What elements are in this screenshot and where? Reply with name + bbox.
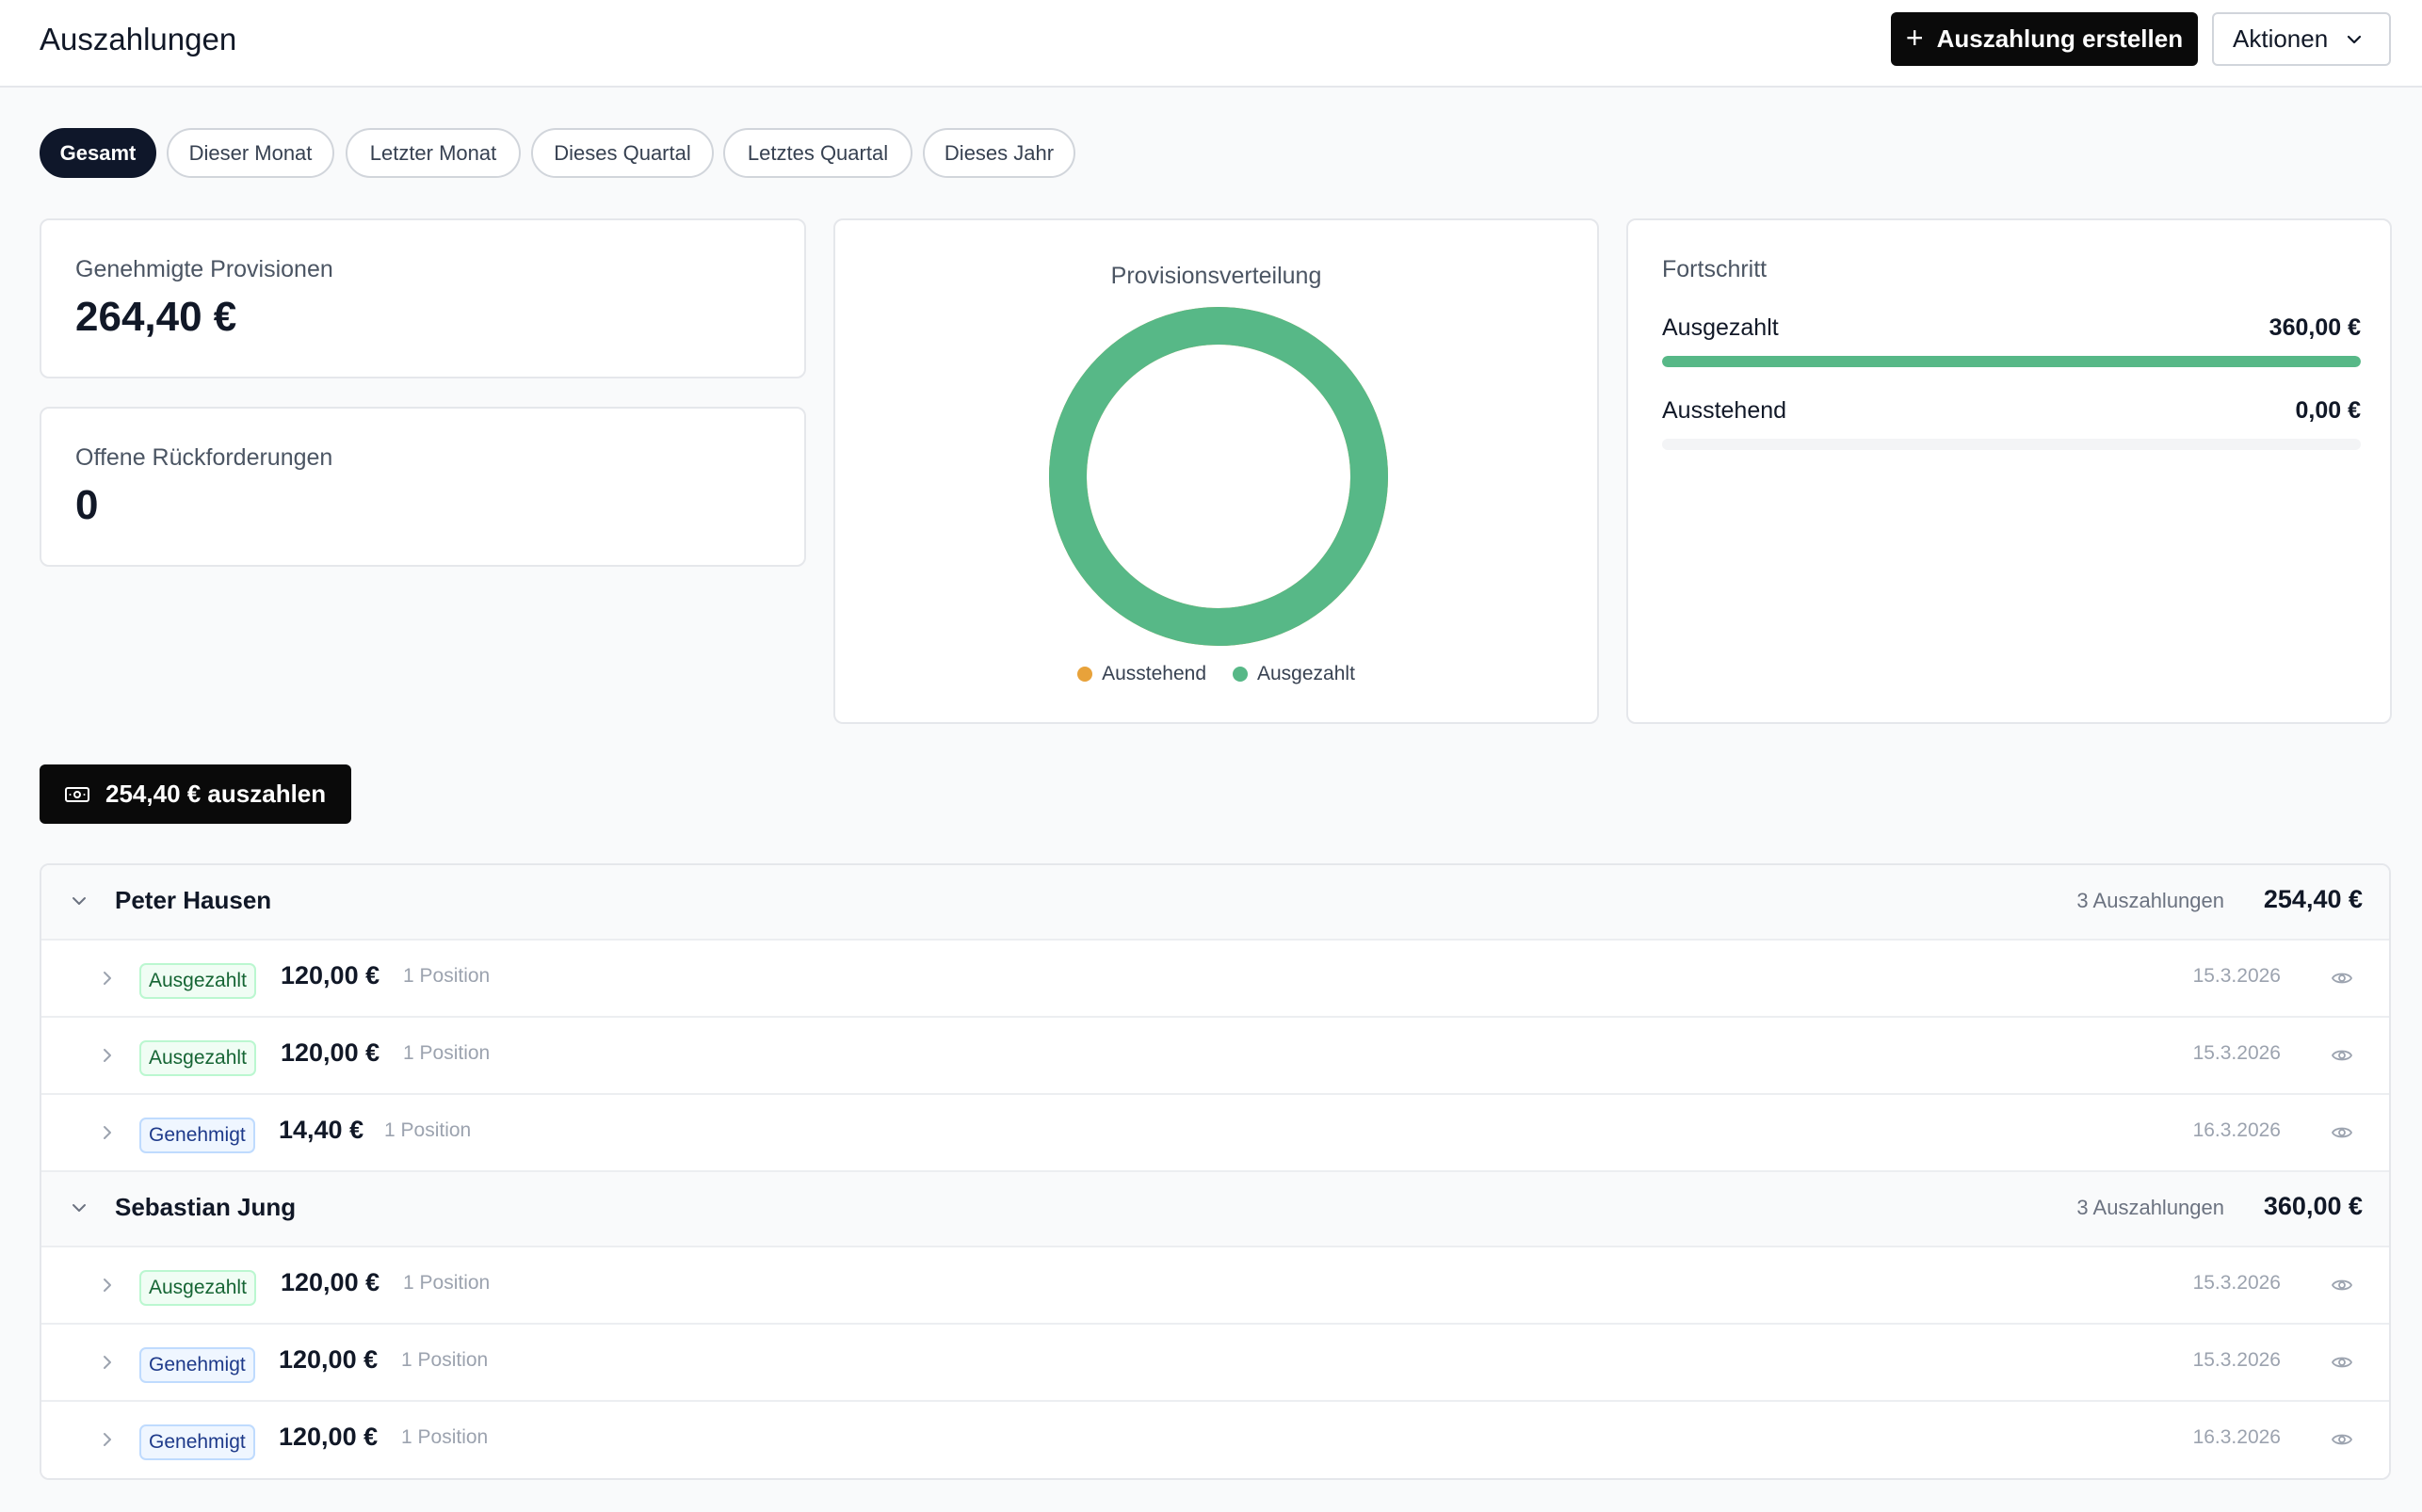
filter-dieses-jahr[interactable]: Dieses Jahr bbox=[923, 128, 1075, 178]
payout-amount: 14,40 € bbox=[279, 1116, 364, 1144]
approved-commissions-card: Genehmigte Provisionen 264,40 € bbox=[40, 218, 806, 378]
payout-date: 16.3.2026 bbox=[2192, 1426, 2281, 1448]
payout-amount: 120,00 € bbox=[281, 1268, 380, 1296]
chevron-down-icon bbox=[2348, 35, 2362, 43]
status-badge: Genehmigt bbox=[139, 1424, 255, 1460]
progress-paid-row: Ausgezahlt 360,00 € bbox=[1662, 314, 2361, 342]
open-clawbacks-card: Offene Rückforderungen 0 bbox=[40, 407, 806, 567]
payout-amount: 120,00 € bbox=[279, 1423, 379, 1451]
payout-date: 15.3.2026 bbox=[2192, 1272, 2281, 1294]
open-clawbacks-label: Offene Rückforderungen bbox=[75, 444, 333, 471]
payouts-table: Peter Hausen 3 Auszahlungen 254,40 € Aus… bbox=[40, 863, 2391, 1480]
payout-button-label: 254,40 € auszahlen bbox=[105, 780, 327, 808]
payout-row[interactable]: Genehmigt 120,00 € 1 Position 15.3.2026 bbox=[41, 1325, 2389, 1402]
chevron-right-icon[interactable] bbox=[98, 1276, 117, 1295]
position-count: 1 Position bbox=[384, 1119, 472, 1141]
chevron-right-icon[interactable] bbox=[98, 1046, 117, 1065]
banknote-icon bbox=[65, 786, 89, 802]
legend-dot-paid bbox=[1233, 667, 1248, 682]
plus-icon: + bbox=[1905, 21, 1924, 55]
legend-item-paid: Ausgezahlt bbox=[1233, 663, 1355, 685]
legend-label-paid: Ausgezahlt bbox=[1257, 663, 1355, 684]
position-count: 1 Position bbox=[403, 965, 491, 987]
payout-row[interactable]: Ausgezahlt 120,00 € 1 Position 15.3.2026 bbox=[41, 1018, 2389, 1095]
chevron-right-icon[interactable] bbox=[98, 1353, 117, 1372]
donut-segment-paid bbox=[1049, 307, 1388, 646]
group-total: 254,40 € bbox=[2263, 885, 2363, 913]
filter-dieses-quartal[interactable]: Dieses Quartal bbox=[531, 128, 714, 178]
position-count: 1 Position bbox=[403, 1272, 491, 1294]
eye-icon[interactable] bbox=[2331, 1353, 2353, 1372]
top-bar: Auszahlungen + Auszahlung erstellen Akti… bbox=[0, 0, 2422, 88]
actions-dropdown-button[interactable]: Aktionen bbox=[2212, 12, 2391, 66]
group-row-sebastian-jung[interactable]: Sebastian Jung 3 Auszahlungen 360,00 € bbox=[41, 1172, 2389, 1247]
group-row-peter-hausen[interactable]: Peter Hausen 3 Auszahlungen 254,40 € bbox=[41, 865, 2389, 941]
distribution-chart-title: Provisionsverteilung bbox=[1110, 263, 1322, 289]
group-total: 360,00 € bbox=[2263, 1192, 2363, 1220]
approved-commissions-value: 264,40 € bbox=[75, 294, 237, 340]
position-count: 1 Position bbox=[401, 1426, 489, 1448]
actions-label: Aktionen bbox=[2233, 24, 2329, 53]
status-badge: Genehmigt bbox=[139, 1118, 255, 1153]
approved-commissions-label: Genehmigte Provisionen bbox=[75, 256, 333, 282]
payout-date: 15.3.2026 bbox=[2192, 1349, 2281, 1371]
group-count: 3 Auszahlungen bbox=[2076, 1196, 2224, 1219]
payout-row[interactable]: Genehmigt 14,40 € 1 Position 16.3.2026 bbox=[41, 1095, 2389, 1172]
status-badge: Ausgezahlt bbox=[139, 963, 256, 999]
status-badge: Ausgezahlt bbox=[139, 1270, 256, 1306]
payout-date: 15.3.2026 bbox=[2192, 965, 2281, 987]
legend-item-pending: Ausstehend bbox=[1077, 663, 1206, 685]
progress-paid-amount: 360,00 € bbox=[2269, 314, 2361, 341]
progress-paid-fill bbox=[1662, 356, 2361, 367]
eye-icon[interactable] bbox=[2331, 1430, 2353, 1449]
filter-letzter-monat[interactable]: Letzter Monat bbox=[346, 128, 521, 178]
create-payout-button[interactable]: + Auszahlung erstellen bbox=[1891, 12, 2198, 66]
chevron-right-icon[interactable] bbox=[98, 969, 117, 988]
chart-legend: Ausstehend Ausgezahlt bbox=[835, 663, 1597, 685]
group-name: Sebastian Jung bbox=[115, 1193, 297, 1221]
filter-letztes-quartal[interactable]: Letztes Quartal bbox=[723, 128, 912, 178]
position-count: 1 Position bbox=[403, 1042, 491, 1064]
distribution-chart-card: Provisionsverteilung Ausstehend Ausgezah… bbox=[833, 218, 1599, 724]
progress-pending-amount: 0,00 € bbox=[2295, 397, 2361, 424]
eye-icon[interactable] bbox=[2331, 1046, 2353, 1065]
payout-amount: 120,00 € bbox=[279, 1345, 379, 1374]
group-name: Peter Hausen bbox=[115, 886, 272, 914]
chevron-right-icon[interactable] bbox=[98, 1123, 117, 1142]
payout-row[interactable]: Ausgezahlt 120,00 € 1 Position 15.3.2026 bbox=[41, 1247, 2389, 1325]
legend-dot-pending bbox=[1077, 667, 1093, 682]
payout-date: 15.3.2026 bbox=[2192, 1042, 2281, 1064]
payout-button[interactable]: 254,40 € auszahlen bbox=[40, 764, 351, 824]
payout-row[interactable]: Ausgezahlt 120,00 € 1 Position 15.3.2026 bbox=[41, 941, 2389, 1018]
filter-dieser-monat[interactable]: Dieser Monat bbox=[167, 128, 334, 178]
eye-icon[interactable] bbox=[2331, 969, 2353, 988]
chevron-down-icon[interactable] bbox=[70, 1198, 89, 1217]
create-payout-label: Auszahlung erstellen bbox=[1936, 24, 2184, 53]
payout-date: 16.3.2026 bbox=[2192, 1119, 2281, 1141]
payout-amount: 120,00 € bbox=[281, 961, 380, 989]
position-count: 1 Position bbox=[401, 1349, 489, 1371]
donut-chart bbox=[1049, 307, 1388, 646]
progress-card: Fortschritt Ausgezahlt 360,00 € Ausstehe… bbox=[1626, 218, 2392, 724]
legend-label-pending: Ausstehend bbox=[1102, 663, 1206, 684]
progress-pending-bar bbox=[1662, 439, 2361, 450]
payout-amount: 120,00 € bbox=[281, 1038, 380, 1067]
filter-gesamt[interactable]: Gesamt bbox=[40, 128, 156, 178]
group-count: 3 Auszahlungen bbox=[2076, 889, 2224, 912]
progress-pending-row: Ausstehend 0,00 € bbox=[1662, 397, 2361, 425]
progress-paid-bar bbox=[1662, 356, 2361, 367]
chevron-down-icon[interactable] bbox=[70, 892, 89, 910]
eye-icon[interactable] bbox=[2331, 1123, 2353, 1142]
status-badge: Genehmigt bbox=[139, 1347, 255, 1383]
page-title: Auszahlungen bbox=[40, 22, 237, 56]
chevron-right-icon[interactable] bbox=[98, 1430, 117, 1449]
payout-row[interactable]: Genehmigt 120,00 € 1 Position 16.3.2026 bbox=[41, 1402, 2389, 1478]
eye-icon[interactable] bbox=[2331, 1276, 2353, 1295]
progress-pending-label: Ausstehend bbox=[1662, 397, 1787, 424]
progress-paid-label: Ausgezahlt bbox=[1662, 314, 1779, 341]
open-clawbacks-value: 0 bbox=[75, 482, 99, 528]
progress-title: Fortschritt bbox=[1662, 256, 1768, 282]
status-badge: Ausgezahlt bbox=[139, 1040, 256, 1076]
